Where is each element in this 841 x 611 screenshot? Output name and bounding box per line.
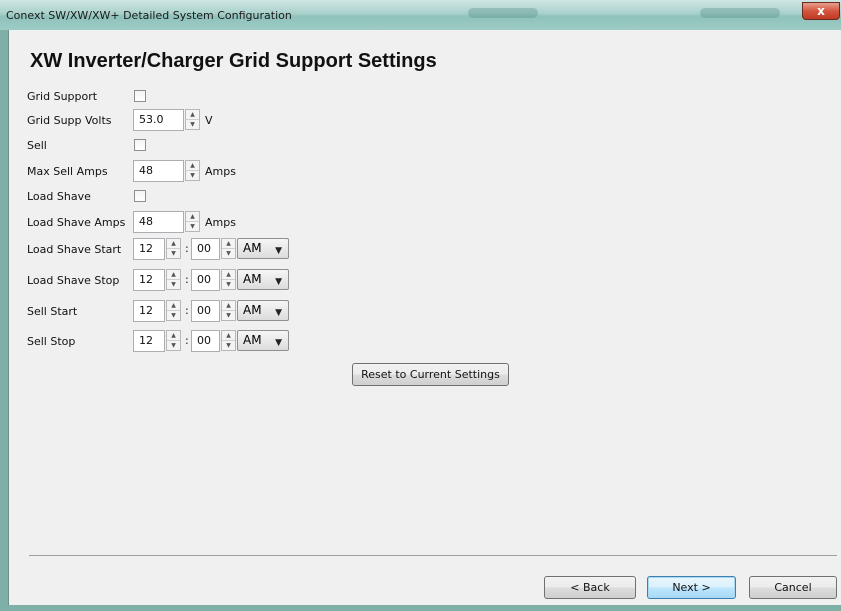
- grid-supp-volts-input[interactable]: 53.0: [133, 109, 184, 131]
- grid-support-checkbox[interactable]: [134, 90, 146, 102]
- grid-support-label: Grid Support: [27, 90, 98, 103]
- time-row-label: Sell Stop: [27, 335, 76, 348]
- spin-up-icon[interactable]: ▲: [167, 239, 180, 249]
- hour-input[interactable]: 12: [133, 330, 165, 352]
- client-area: XW Inverter/Charger Grid Support Setting…: [8, 30, 841, 605]
- sell-checkbox[interactable]: [134, 139, 146, 151]
- spin-up-icon[interactable]: ▲: [186, 110, 199, 120]
- spin-down-icon[interactable]: ▼: [167, 341, 180, 350]
- spin-up-icon[interactable]: ▲: [186, 212, 199, 222]
- title-bar[interactable]: Conext SW/XW/XW+ Detailed System Configu…: [0, 0, 841, 30]
- spin-up-icon[interactable]: ▲: [222, 239, 235, 249]
- spin-up-icon[interactable]: ▲: [222, 331, 235, 341]
- max-sell-amps-label: Max Sell Amps: [27, 165, 108, 178]
- spin-down-icon[interactable]: ▼: [222, 249, 235, 258]
- spin-up-icon[interactable]: ▲: [167, 270, 180, 280]
- chevron-down-icon: ▼: [275, 277, 282, 287]
- load-shave-amps-input[interactable]: 48: [133, 211, 184, 233]
- minute-input[interactable]: 00: [191, 330, 220, 352]
- spin-down-icon[interactable]: ▼: [167, 311, 180, 320]
- time-colon: :: [185, 334, 189, 347]
- load-shave-checkbox[interactable]: [134, 190, 146, 202]
- wizard-window: Conext SW/XW/XW+ Detailed System Configu…: [0, 0, 841, 611]
- time-row-label: Load Shave Stop: [27, 274, 120, 287]
- title-bar-blur: [700, 8, 780, 18]
- spin-down-icon[interactable]: ▼: [186, 222, 199, 231]
- spin-down-icon[interactable]: ▼: [222, 311, 235, 320]
- ampm-value: AM: [243, 241, 262, 255]
- page-title: XW Inverter/Charger Grid Support Setting…: [30, 50, 437, 72]
- spin-up-icon[interactable]: ▲: [167, 301, 180, 311]
- window-title: Conext SW/XW/XW+ Detailed System Configu…: [6, 9, 292, 22]
- max-sell-amps-unit: Amps: [205, 165, 236, 178]
- max-sell-amps-input[interactable]: 48: [133, 160, 184, 182]
- minute-spinner[interactable]: ▲ ▼: [221, 269, 236, 290]
- time-row-label: Sell Start: [27, 305, 78, 318]
- hour-input[interactable]: 12: [133, 269, 165, 291]
- hour-spinner[interactable]: ▲ ▼: [166, 300, 181, 321]
- load-shave-amps-unit: Amps: [205, 216, 236, 229]
- ampm-value: AM: [243, 272, 262, 286]
- max-sell-amps-spinner[interactable]: ▲ ▼: [185, 160, 200, 181]
- ampm-value: AM: [243, 303, 262, 317]
- load-shave-amps-label: Load Shave Amps: [27, 216, 126, 229]
- chevron-down-icon: ▼: [275, 308, 282, 318]
- back-button[interactable]: < Back: [544, 576, 636, 599]
- sell-label: Sell: [27, 139, 47, 152]
- spin-up-icon[interactable]: ▲: [186, 161, 199, 171]
- minute-spinner[interactable]: ▲ ▼: [221, 238, 236, 259]
- load-shave-label: Load Shave: [27, 190, 91, 203]
- spin-down-icon[interactable]: ▼: [222, 280, 235, 289]
- hour-spinner[interactable]: ▲ ▼: [166, 238, 181, 259]
- load-shave-amps-spinner[interactable]: ▲ ▼: [185, 211, 200, 232]
- ampm-select[interactable]: AM ▼: [237, 238, 289, 259]
- hour-input[interactable]: 12: [133, 300, 165, 322]
- minute-input[interactable]: 00: [191, 269, 220, 291]
- spin-up-icon[interactable]: ▲: [167, 331, 180, 341]
- footer-separator: [29, 555, 837, 556]
- spin-down-icon[interactable]: ▼: [167, 280, 180, 289]
- hour-spinner[interactable]: ▲ ▼: [166, 330, 181, 351]
- spin-up-icon[interactable]: ▲: [222, 270, 235, 280]
- time-row-label: Load Shave Start: [27, 243, 122, 256]
- title-bar-blur: [468, 8, 538, 18]
- cancel-button[interactable]: Cancel: [749, 576, 837, 599]
- minute-spinner[interactable]: ▲ ▼: [221, 300, 236, 321]
- grid-supp-volts-unit: V: [205, 114, 213, 127]
- minute-input[interactable]: 00: [191, 238, 220, 260]
- ampm-value: AM: [243, 333, 262, 347]
- next-button[interactable]: Next >: [647, 576, 736, 599]
- minute-spinner[interactable]: ▲ ▼: [221, 330, 236, 351]
- time-colon: :: [185, 273, 189, 286]
- spin-down-icon[interactable]: ▼: [186, 171, 199, 180]
- chevron-down-icon: ▼: [275, 246, 282, 256]
- reset-to-current-settings-button[interactable]: Reset to Current Settings: [352, 363, 509, 386]
- minute-input[interactable]: 00: [191, 300, 220, 322]
- spin-down-icon[interactable]: ▼: [167, 249, 180, 258]
- time-colon: :: [185, 242, 189, 255]
- spin-up-icon[interactable]: ▲: [222, 301, 235, 311]
- chevron-down-icon: ▼: [275, 338, 282, 348]
- hour-spinner[interactable]: ▲ ▼: [166, 269, 181, 290]
- close-button[interactable]: x: [802, 2, 840, 20]
- close-icon: x: [817, 4, 825, 18]
- spin-down-icon[interactable]: ▼: [222, 341, 235, 350]
- spin-down-icon[interactable]: ▼: [186, 120, 199, 129]
- ampm-select[interactable]: AM ▼: [237, 269, 289, 290]
- grid-supp-volts-label: Grid Supp Volts: [27, 114, 112, 127]
- ampm-select[interactable]: AM ▼: [237, 300, 289, 321]
- ampm-select[interactable]: AM ▼: [237, 330, 289, 351]
- grid-supp-volts-spinner[interactable]: ▲ ▼: [185, 109, 200, 130]
- hour-input[interactable]: 12: [133, 238, 165, 260]
- time-colon: :: [185, 304, 189, 317]
